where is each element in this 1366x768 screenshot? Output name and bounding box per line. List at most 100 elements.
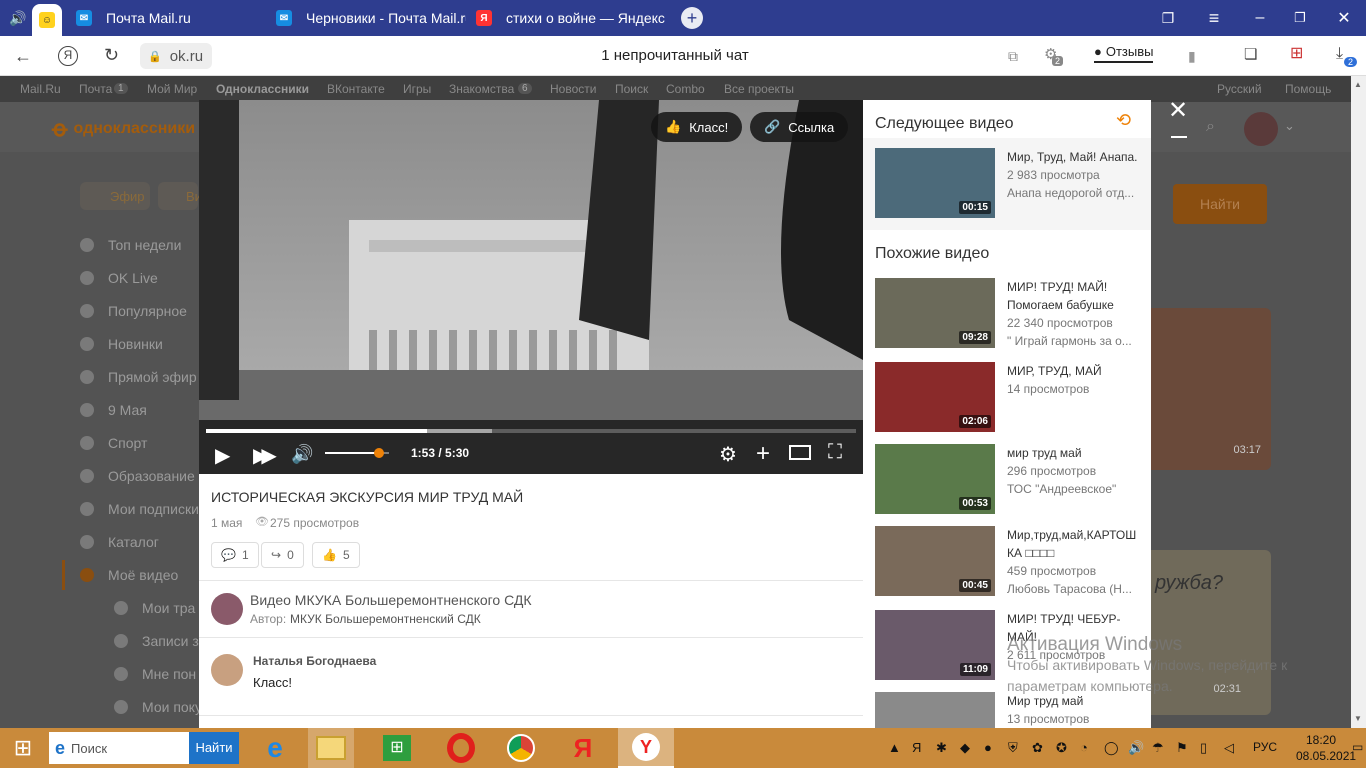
bookmarks-icon[interactable]: ❐	[1158, 0, 1178, 36]
video-player[interactable]: 👍 Класс! 🔗 Ссылка ▶ ▶▶ 🔊 1:53 / 5:30 ⚙ +…	[199, 100, 863, 474]
scroll-up-icon[interactable]: ▲	[1354, 80, 1362, 89]
reviews-button[interactable]: ● Отзывы	[1094, 44, 1154, 63]
tab-video[interactable]: Ви	[158, 182, 202, 210]
portal-link[interactable]: Одноклассники	[216, 82, 309, 96]
url-field[interactable]: 🔒 ok.ru	[140, 43, 212, 69]
close-icon[interactable]: ✕	[1168, 96, 1188, 125]
channel-avatar[interactable]	[211, 593, 243, 625]
portal-link[interactable]: Игры	[403, 82, 431, 96]
similar-video[interactable]: 09:28 МИР! ТРУД! МАЙ! Помогаем бабушке 2…	[875, 278, 1151, 350]
sidebar-item-catalog[interactable]: Каталог	[108, 534, 159, 550]
sidebar-item-may9[interactable]: 9 Мая	[108, 402, 147, 418]
sidebar-item-oklive[interactable]: OK Live	[108, 270, 158, 286]
sidebar-item-live[interactable]: Прямой эфир	[108, 369, 197, 385]
sidebar-item-new[interactable]: Новинки	[108, 336, 163, 352]
start-button[interactable]: ⊞	[0, 728, 46, 768]
tabs-icon[interactable]: ⧉	[1008, 46, 1018, 66]
speaker-icon[interactable]: 🔊	[4, 0, 32, 36]
tray-app-icon[interactable]: ●	[984, 740, 992, 755]
tray-app-icon[interactable]: ◔	[1080, 740, 1088, 755]
similar-video[interactable]: 00:53 мир труд май 296 просмотров ТОС "А…	[875, 444, 1151, 516]
channel-name[interactable]: Видео МКУКА Большеремонтненского СДК	[250, 592, 532, 608]
bg-video-card[interactable]: 03:17	[1151, 308, 1271, 470]
tray-icon[interactable]: ▲	[888, 740, 901, 755]
sidebar-item-top[interactable]: Топ недели	[108, 237, 181, 253]
page-scrollbar[interactable]: ▲ ▼	[1351, 76, 1366, 728]
sidebar-item-sport[interactable]: Спорт	[108, 435, 147, 451]
language-indicator[interactable]: РУС	[1253, 740, 1277, 754]
like-button[interactable]: 👍 5	[312, 542, 360, 568]
minimize-player-icon[interactable]	[1171, 136, 1187, 138]
volume-icon[interactable]: 🔊	[1128, 740, 1144, 756]
battery-icon[interactable]: ▯	[1200, 740, 1207, 756]
search-go-button[interactable]: Найти	[189, 732, 239, 764]
downloads-icon[interactable]: ⤓	[1336, 44, 1343, 64]
portal-link[interactable]: ВКонтакте	[327, 82, 385, 96]
tab-yandex[interactable]: Я стихи о войне — Яндекс: н	[476, 0, 666, 36]
extension-icon[interactable]: ⊞	[1290, 44, 1303, 64]
taskbar-explorer[interactable]	[308, 728, 354, 768]
portal-link[interactable]: Мой Мир	[147, 82, 197, 96]
yandex-disk-icon[interactable]: Я	[912, 740, 921, 755]
taskbar-opera[interactable]	[438, 728, 484, 768]
scroll-down-icon[interactable]: ▼	[1354, 714, 1362, 723]
tab-mail[interactable]: ✉ Почта Mail.ru	[76, 0, 266, 36]
bookmark-icon[interactable]: ▮	[1188, 46, 1196, 66]
portal-link[interactable]: Combo	[666, 82, 705, 96]
sub-item-purchases[interactable]: Мои поку	[142, 699, 202, 715]
restore-icon[interactable]: ❐	[1290, 0, 1310, 36]
minimize-icon[interactable]: –	[1250, 0, 1270, 36]
help-link[interactable]: Помощь	[1285, 82, 1331, 96]
portal-link[interactable]: Mail.Ru	[20, 82, 61, 96]
network-icon[interactable]: ⚑	[1176, 740, 1188, 756]
comment-author[interactable]: Наталья Богоднаева	[253, 654, 376, 668]
taskbar-store[interactable]: ⊞	[374, 728, 420, 768]
volume-slider[interactable]	[325, 448, 389, 458]
sidebar-item-subscriptions[interactable]: Мои подписки	[108, 501, 199, 517]
similar-video[interactable]: 02:06 МИР, ТРУД, МАЙ 14 просмотров	[875, 362, 1151, 434]
portal-link[interactable]: Поиск	[615, 82, 648, 96]
share-button[interactable]: ↪ 0	[261, 542, 304, 568]
sidebar-item-popular[interactable]: Популярное	[108, 303, 187, 319]
comment-button[interactable]: 💬 1	[211, 542, 259, 568]
avatar[interactable]	[1244, 112, 1278, 146]
autoplay-icon[interactable]: ⟲	[1116, 110, 1131, 131]
language-select[interactable]: Русский	[1217, 82, 1262, 96]
taskbar-yandex-browser[interactable]: Y	[618, 728, 674, 768]
shield-icon[interactable]: ⛨	[1008, 740, 1018, 756]
search-icon[interactable]: ⌕	[1206, 118, 1215, 136]
sidebar-item-myvideo[interactable]: Моё видео	[108, 567, 178, 583]
portal-link[interactable]: Новости	[550, 82, 596, 96]
next-icon[interactable]: ▶▶	[253, 443, 277, 468]
sub-item-tracks[interactable]: Мои тра	[142, 600, 195, 616]
next-video[interactable]: 00:15 Мир, Труд, Май! Анапа. 2 983 просм…	[875, 148, 1151, 220]
taskbar-yandex[interactable]: Я	[560, 728, 606, 768]
tray-app-icon[interactable]: ◆	[960, 740, 970, 756]
play-icon[interactable]: ▶	[215, 443, 230, 468]
tray-app-icon[interactable]: ☂	[1152, 740, 1164, 756]
ok-logo[interactable]: ꝋ одноклассники	[52, 116, 195, 142]
progress-bar[interactable]	[206, 429, 856, 433]
add-icon[interactable]: +	[756, 440, 770, 468]
back-icon[interactable]: ←	[14, 46, 32, 66]
commenter-avatar[interactable]	[211, 654, 243, 686]
search-box[interactable]: e Поиск	[49, 732, 189, 764]
chevron-down-icon[interactable]: ⌄	[1284, 118, 1295, 134]
portal-link[interactable]: Почта	[79, 82, 112, 96]
taskbar-ie[interactable]: e	[252, 728, 298, 768]
menu-icon[interactable]: ≡	[1204, 0, 1224, 36]
bluetooth-icon[interactable]: ✱	[936, 740, 947, 756]
reload-icon[interactable]: ↻	[104, 45, 119, 65]
portal-link[interactable]: Знакомства	[449, 82, 514, 96]
miniplayer-icon[interactable]	[789, 445, 811, 460]
tray-app-icon[interactable]: ✪	[1056, 740, 1067, 756]
clock[interactable]: 18:20 08.05.2021	[1296, 732, 1356, 764]
fullscreen-icon[interactable]: ⛶	[828, 441, 842, 464]
author-name[interactable]: МКУК Большеремонтненский СДК	[290, 612, 481, 626]
sub-item-liked[interactable]: Мне пон	[142, 666, 196, 682]
find-button[interactable]: Найти	[1173, 184, 1267, 224]
settings-icon[interactable]: ⚙	[719, 442, 737, 467]
class-button[interactable]: 👍 Класс!	[651, 112, 743, 142]
tab-drafts[interactable]: ✉ Черновики - Почта Mail.ru	[276, 0, 466, 36]
notifications-icon[interactable]: ▭	[1352, 740, 1363, 754]
